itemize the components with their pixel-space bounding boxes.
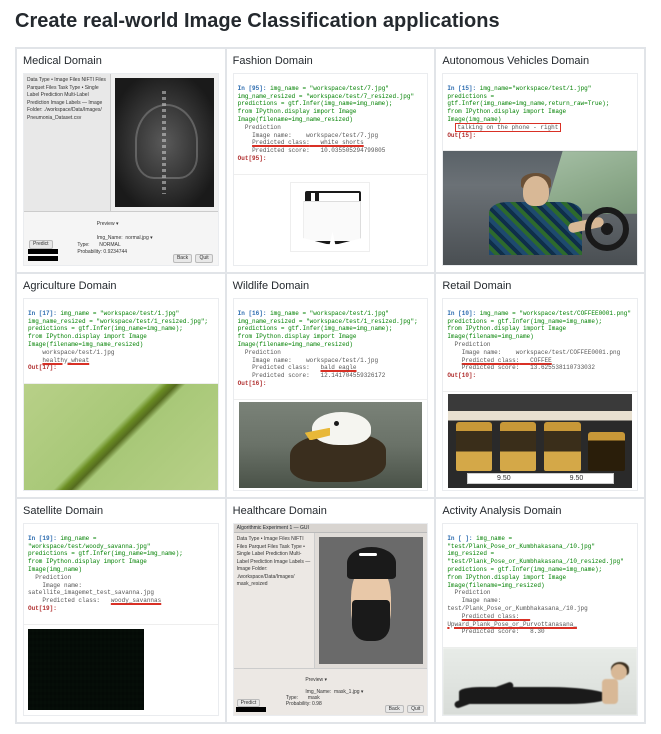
steering-wheel-icon <box>585 207 629 251</box>
shorts-image <box>290 182 370 252</box>
satellite-image <box>28 629 144 710</box>
redacted-bar <box>236 707 266 712</box>
thumb-fashion: In [95]: img_name = "workspace/test/7.jp… <box>233 73 429 266</box>
field-image <box>24 384 218 490</box>
medical-gui-status: Predict Preview ▾ Img_Name: normal.jpg ▾… <box>24 211 218 265</box>
cell-title-agriculture: Agriculture Domain <box>23 280 219 292</box>
predicted-class: woody_savannas <box>111 597 161 604</box>
jupyter-code-fashion: In [95]: img_name = "workspace/test/7.jp… <box>234 74 428 175</box>
driver-image <box>443 151 637 265</box>
xray-image <box>115 78 214 207</box>
jupyter-code-wildlife: In [16]: img_name = "workspace/test/1.jp… <box>234 299 428 400</box>
redacted-bar <box>28 249 58 254</box>
jupyter-code-satellite: In [19]: img_name = "workspace/test/wood… <box>24 524 218 625</box>
eagle-image <box>239 402 423 488</box>
cell-agriculture: Agriculture Domain In [17]: img_name = "… <box>16 273 226 498</box>
redacted-bar <box>28 256 58 261</box>
predict-button[interactable]: Predict <box>29 240 53 249</box>
thumb-satellite: In [19]: img_name = "workspace/test/wood… <box>23 523 219 716</box>
masked-face-image <box>319 537 423 664</box>
yoga-pose-image <box>443 648 637 715</box>
medical-gui-sidebar: Data Type • Image Files NIFTI Files Parq… <box>24 74 111 211</box>
coffee-jar-icon <box>500 422 537 471</box>
cell-autonomous: Autonomous Vehicles Domain In [15]: img_… <box>435 48 645 273</box>
cell-retail: Retail Domain In [10]: img_name = "works… <box>435 273 645 498</box>
thumb-retail: In [10]: img_name = "workspace/test/COFF… <box>442 298 638 491</box>
preview-dropdown[interactable]: Preview ▾ <box>97 221 119 227</box>
price-tag: 9.509.50 <box>467 473 614 484</box>
status-text: Img_Name: normal.jpg ▾ Type: NORMAL Prob… <box>77 235 152 255</box>
cell-title-retail: Retail Domain <box>442 280 638 292</box>
back-button[interactable]: Back <box>173 254 192 263</box>
predict-button[interactable]: Predict <box>237 699 261 707</box>
thumb-activity: In [ ]: img_name = "test/Plank_Pose_or_K… <box>442 523 638 716</box>
cell-title-healthcare: Healthcare Domain <box>233 505 429 517</box>
coffee-jar-icon <box>544 422 581 471</box>
cell-fashion: Fashion Domain In [95]: img_name = "work… <box>226 48 436 273</box>
coffee-jar-icon <box>456 422 493 471</box>
coffee-jar-icon <box>588 432 625 471</box>
cell-healthcare: Healthcare Domain Algorithmic Experiment… <box>226 498 436 723</box>
examples-grid: Medical Domain Data Type • Image Files N… <box>15 47 646 724</box>
cell-title-autonomous: Autonomous Vehicles Domain <box>442 55 638 67</box>
predicted-class: Upward_Plank_Pose_or_Purvottanasana_ <box>447 621 577 628</box>
coffee-shelf-image: 9.509.50 <box>448 394 632 487</box>
healthcare-gui-status: Predict Preview ▾ Img_Name: mask_1.jpg ▾… <box>234 668 428 715</box>
cell-satellite: Satellite Domain In [19]: img_name = "wo… <box>16 498 226 723</box>
predicted-class: bald eagle <box>320 364 356 371</box>
jupyter-code-activity: In [ ]: img_name = "test/Plank_Pose_or_K… <box>443 524 637 648</box>
quit-button[interactable]: Quit <box>195 254 212 263</box>
thumb-autonomous: In [15]: img_name="workspace/test/1.jpg"… <box>442 73 638 266</box>
predicted-class: talking on the phone - right <box>455 123 562 132</box>
predicted-class: COFFEE <box>530 357 552 364</box>
cell-activity: Activity Analysis Domain In [ ]: img_nam… <box>435 498 645 723</box>
cell-title-activity: Activity Analysis Domain <box>442 505 638 517</box>
jupyter-code-retail: In [10]: img_name = "workspace/test/COFF… <box>443 299 637 392</box>
jupyter-code-agriculture: In [17]: img_name = "workspace/test/1.jp… <box>24 299 218 384</box>
cell-title-satellite: Satellite Domain <box>23 505 219 517</box>
cell-medical: Medical Domain Data Type • Image Files N… <box>16 48 226 273</box>
cell-wildlife: Wildlife Domain In [16]: img_name = "wor… <box>226 273 436 498</box>
thumb-healthcare: Algorithmic Experiment 1 — GUI Data Type… <box>233 523 429 716</box>
healthcare-gui-sidebar: Data Type • Image Files NIFTI Files Parq… <box>234 533 315 668</box>
jupyter-code-autonomous: In [15]: img_name="workspace/test/1.jpg"… <box>443 74 637 151</box>
status-text: Img_Name: mask_1.jpg ▾ Type: mask Probab… <box>286 689 364 707</box>
cell-title-medical: Medical Domain <box>23 55 219 67</box>
thumb-wildlife: In [16]: img_name = "workspace/test/1.jp… <box>233 298 429 491</box>
thumb-agriculture: In [17]: img_name = "workspace/test/1.jp… <box>23 298 219 491</box>
thumb-medical: Data Type • Image Files NIFTI Files Parq… <box>23 73 219 266</box>
back-button[interactable]: Back <box>385 705 404 713</box>
preview-dropdown[interactable]: Preview ▾ <box>305 677 327 683</box>
quit-button[interactable]: Quit <box>407 705 424 713</box>
window-title-bar: Algorithmic Experiment 1 — GUI <box>234 524 428 533</box>
cell-title-fashion: Fashion Domain <box>233 55 429 67</box>
predicted-class: healthy_wheat <box>42 357 89 364</box>
page-title: Create real-world Image Classification a… <box>15 10 646 39</box>
cell-title-wildlife: Wildlife Domain <box>233 280 429 292</box>
